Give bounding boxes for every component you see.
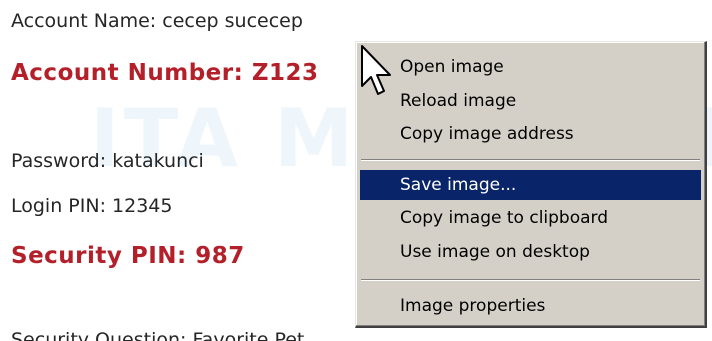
menu-item-image-properties[interactable]: Image properties bbox=[360, 291, 701, 321]
menu-separator bbox=[361, 159, 700, 161]
account-info-page: ITA MEDIA OIE Account Name: cecep sucece… bbox=[0, 0, 712, 341]
account-number-field: Account Number: Z123 bbox=[11, 60, 319, 86]
security-pin-field: Security PIN: 987 bbox=[11, 243, 245, 269]
security-question-label: Security Question: bbox=[11, 329, 187, 341]
menu-separator bbox=[361, 279, 700, 281]
mouse-pointer-icon bbox=[361, 45, 391, 95]
account-number-label: Account Number: bbox=[11, 60, 244, 86]
image-context-menu[interactable]: Open image Reload image Copy image addre… bbox=[355, 41, 707, 328]
account-name-label: Account Name: bbox=[11, 10, 157, 32]
login-pin-field: Login PIN: 12345 bbox=[11, 195, 172, 217]
security-question-field: Security Question: Favorite Pet bbox=[11, 329, 304, 341]
menu-item-use-image-on-desktop[interactable]: Use image on desktop bbox=[360, 237, 701, 267]
menu-item-open-image[interactable]: Open image bbox=[360, 52, 701, 82]
password-value: katakunci bbox=[112, 150, 204, 172]
password-field: Password: katakunci bbox=[11, 150, 204, 172]
menu-item-reload-image[interactable]: Reload image bbox=[360, 86, 701, 116]
security-pin-value: 987 bbox=[195, 243, 245, 269]
security-pin-label: Security PIN: bbox=[11, 243, 187, 269]
menu-item-save-image[interactable]: Save image... bbox=[360, 170, 701, 200]
security-question-value: Favorite Pet bbox=[192, 329, 305, 341]
account-name-value: cecep sucecep bbox=[162, 10, 303, 32]
login-pin-label: Login PIN: bbox=[11, 195, 106, 217]
menu-item-copy-image-address[interactable]: Copy image address bbox=[360, 119, 701, 149]
account-number-value: Z123 bbox=[251, 60, 319, 86]
account-name-field: Account Name: cecep sucecep bbox=[11, 10, 303, 32]
password-label: Password: bbox=[11, 150, 107, 172]
menu-item-copy-image-to-clipboard[interactable]: Copy image to clipboard bbox=[360, 203, 701, 233]
login-pin-value: 12345 bbox=[112, 195, 173, 217]
